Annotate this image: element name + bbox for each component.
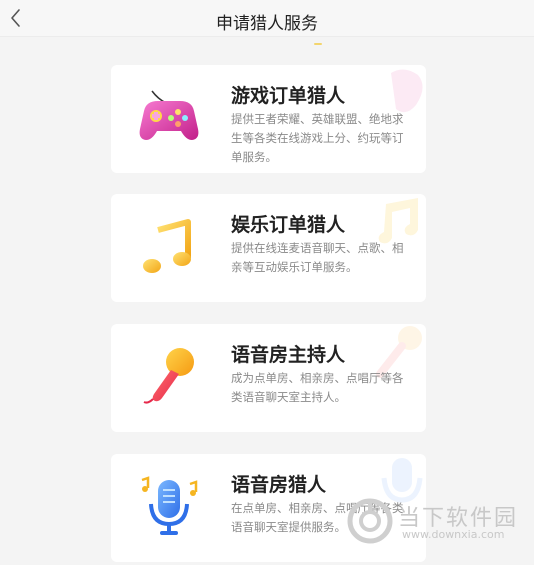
gamepad-icon [139,90,199,140]
voice-microphone-icon [141,476,198,535]
microphone-icon [143,348,194,404]
card-voice-room-host[interactable]: 语音房主持人 成为点单房、相亲房、点唱厅等各类语音聊天室主持人。 [111,324,426,432]
card-game-order-hunter[interactable]: 游戏订单猎人 提供王者荣耀、英雄联盟、绝地求生等各类在线游戏上分、约玩等订单服务… [111,65,426,173]
card-description: 提供在线连麦语音聊天、点歌、相亲等互动娱乐订单服务。 [231,241,404,274]
card-title: 语音房猎人 [231,474,327,496]
card-title: 游戏订单猎人 [231,85,346,107]
page-title: 申请猎人服务 [216,14,318,34]
card-entertainment-order-hunter[interactable]: 娱乐订单猎人 提供在线连麦语音聊天、点歌、相亲等互动娱乐订单服务。 [111,194,426,302]
music-note-icon [143,219,191,273]
watermark-url: www.downxia.com [402,528,505,541]
site-logo-icon [347,498,393,544]
nav-bar: 申请猎人服务 [0,0,534,37]
card-title: 语音房主持人 [231,344,346,366]
loading-indicator [314,43,322,45]
site-watermark: 当下软件园 www.downxia.com [346,497,526,547]
card-description: 成为点单房、相亲房、点唱厅等各类语音聊天室主持人。 [231,371,404,404]
card-title: 娱乐订单猎人 [231,214,346,236]
card-description: 提供王者荣耀、英雄联盟、绝地求生等各类在线游戏上分、约玩等订单服务。 [231,112,404,164]
